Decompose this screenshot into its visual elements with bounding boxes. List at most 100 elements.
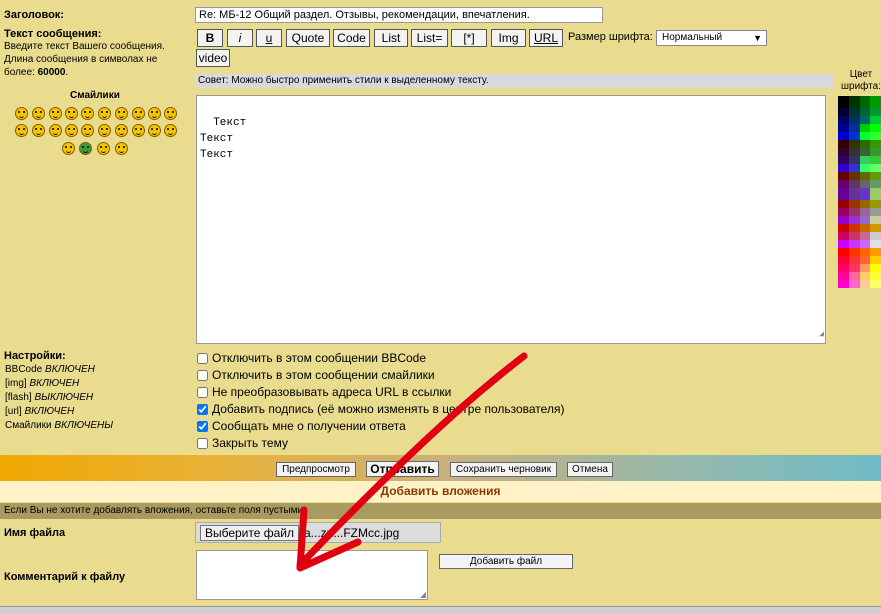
preview-button[interactable]: Предпросмотр [276,462,356,477]
smiley-icon[interactable] [115,107,128,120]
smiley-icon[interactable] [15,124,28,137]
option-label: Не преобразовывать адреса URL в ссылки [212,385,452,399]
option-label: Отключить в этом сообщении смайлики [212,368,435,382]
checkbox[interactable] [197,421,208,432]
cancel-button[interactable]: Отмена [567,462,613,477]
option-label: Сообщать мне о получении ответа [212,419,406,433]
subject-label: Заголовок: [4,9,64,21]
quote-button[interactable]: Quote [286,29,330,47]
resize-grip-icon[interactable]: ◢ [420,590,426,599]
add-file-button[interactable]: Добавить файл [439,554,573,569]
color-swatch[interactable] [838,284,849,288]
setting-status: [flash] ВЫКЛЮЧЕН [5,392,93,403]
code-button[interactable]: Code [333,29,370,47]
resize-grip-icon[interactable]: ◢ [819,327,824,343]
list-ordered-button[interactable]: List= [411,29,448,47]
setting-value: ВКЛЮЧЕНЫ [54,420,114,431]
option-lock-topic[interactable]: Закрыть тему [197,435,288,451]
option-label: Отключить в этом сообщении BBCode [212,351,427,365]
smiley-icon[interactable] [81,124,94,137]
smiley-icon[interactable] [32,124,45,137]
save-draft-button[interactable]: Сохранить черновик [450,462,557,477]
attachments-hint-bar: Если Вы не хотите добавлять вложения, ос… [0,503,881,519]
smiley-icon[interactable] [15,107,28,120]
setting-status: Смайлики ВКЛЮЧЕНЫ [5,420,113,431]
attachments-hint: Если Вы не хотите добавлять вложения, ос… [4,505,306,516]
message-textarea[interactable]: Текст Текст Текст ◢ [196,95,826,344]
checkbox[interactable] [197,404,208,415]
smiley-icon[interactable] [148,107,161,120]
smiley-icon[interactable] [65,107,78,120]
file-input[interactable]: Выберите файл a...zn...FZMcc.jpg [195,522,441,543]
color-swatch[interactable] [848,284,860,288]
checkbox[interactable] [197,387,208,398]
message-max-length: 60000 [37,67,66,78]
smiley-icon[interactable] [164,107,177,120]
smiley-icon[interactable] [115,142,128,155]
option-notify-reply[interactable]: Сообщать мне о получении ответа [197,418,406,434]
submit-button[interactable]: Отправить [366,461,439,477]
comment-textarea[interactable]: ◢ [196,550,428,600]
option-disable-bbcode[interactable]: Отключить в этом сообщении BBCode [197,350,426,366]
setting-value: ВЫКЛЮЧЕН [34,392,94,403]
option-disable-smilies[interactable]: Отключить в этом сообщении смайлики [197,367,435,383]
smiley-icon[interactable] [98,124,111,137]
option-attach-signature[interactable]: Добавить подпись (её можно изменять в це… [197,401,564,417]
smiley-icon[interactable] [164,124,177,137]
video-button[interactable]: video [196,49,230,67]
setting-key: [img] [5,378,27,389]
checkbox[interactable] [197,353,208,364]
underline-button[interactable]: u [256,29,282,47]
smiley-icon[interactable] [148,124,161,137]
option-label: Закрыть тему [212,436,288,450]
url-button[interactable]: URL [529,29,563,47]
option-no-url-parse[interactable]: Не преобразовывать адреса URL в ссылки [197,384,451,400]
option-label: Добавить подпись (её можно изменять в це… [212,402,565,416]
setting-value: ВКЛЮЧЕН [24,406,75,417]
setting-key: [flash] [5,392,32,403]
italic-button[interactable]: i [227,29,253,47]
smiley-icon[interactable] [65,124,78,137]
smiley-icon[interactable] [81,107,94,120]
color-swatch[interactable] [870,284,881,288]
checkbox[interactable] [197,370,208,381]
smiley-icon[interactable] [62,142,75,155]
tip-text: Совет: Можно быстро применить стили к вы… [198,75,489,86]
list-item-button[interactable]: [*] [451,29,487,47]
choose-file-button[interactable]: Выберите файл [200,525,299,541]
attachments-banner: Добавить вложения [0,481,881,502]
bold-button[interactable]: B [197,29,223,47]
action-bar [0,455,881,481]
smiley-icon[interactable] [132,107,145,120]
color-palette[interactable] [838,96,881,296]
font-size-select[interactable]: Нормальный ▼ [656,30,767,46]
smiley-icon[interactable] [32,107,45,120]
setting-key: Смайлики [5,420,52,431]
chosen-file-name: a...zn...FZMcc.jpg [304,526,400,540]
smiley-icon[interactable] [97,142,110,155]
message-hint-text: Введите текст Вашего сообщения. Длина со… [4,41,165,78]
filename-label: Имя файла [4,527,66,539]
smilies-label: Смайлики [70,90,120,101]
color-swatch[interactable] [859,284,871,288]
img-button[interactable]: Img [491,29,526,47]
attachments-title: Добавить вложения [380,484,501,498]
smiley-icon[interactable] [79,142,92,155]
setting-value: ВКЛЮЧЕН [29,378,80,389]
subject-input[interactable] [195,7,603,23]
font-color-label: Цвет шрифта: [841,69,881,92]
checkbox[interactable] [197,438,208,449]
smiley-icon[interactable] [49,107,62,120]
list-button[interactable]: List [374,29,408,47]
smiley-icon[interactable] [98,107,111,120]
smiley-icon[interactable] [132,124,145,137]
palette-row[interactable] [838,284,881,288]
smiley-icon[interactable] [115,124,128,137]
setting-status: [img] ВКЛЮЧЕН [5,378,79,389]
setting-key: [url] [5,406,22,417]
smiley-icon[interactable] [49,124,62,137]
message-label: Текст сообщения: [4,28,102,40]
comment-label: Комментарий к файлу [4,571,126,583]
settings-label: Настройки: [4,350,66,362]
chevron-down-icon: ▼ [753,33,762,43]
